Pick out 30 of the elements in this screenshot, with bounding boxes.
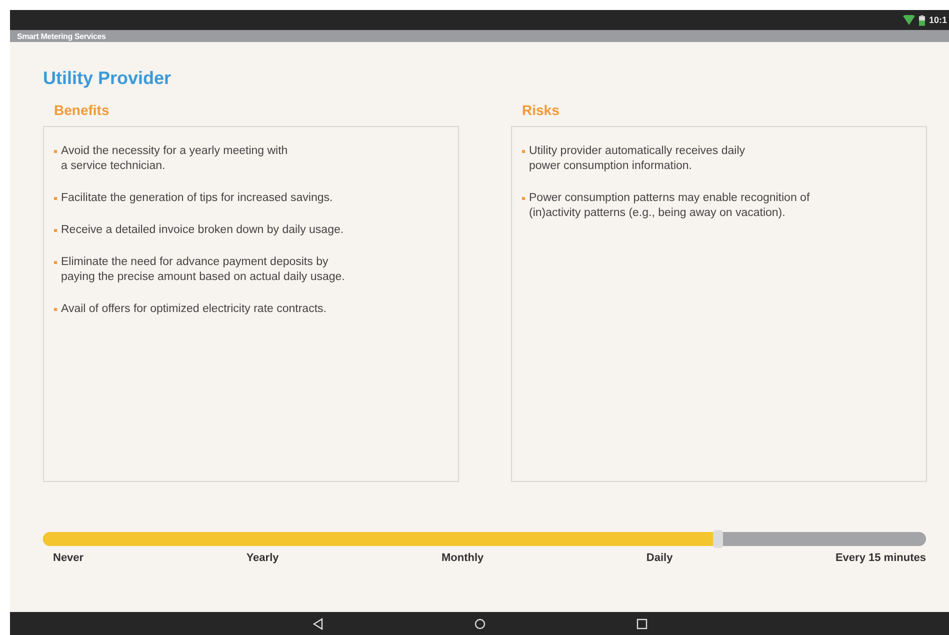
list-item-text: Utility provider automatically receives daily power consumption information. [529,144,746,174]
list-item-text: Power consumption patterns may enable recognition of (in)activity patterns (e.g., being away on vacation). [529,191,810,221]
bullet-icon [54,197,57,200]
back-icon[interactable] [312,618,324,630]
recents-icon[interactable] [636,618,648,630]
app-title: Smart Metering Services [17,32,106,40]
bullet-icon [54,308,57,311]
home-icon[interactable] [474,618,486,630]
wifi-icon [902,15,915,25]
bullet-icon [522,197,525,200]
slider-stop-label: Yearly [246,552,279,564]
status-time: 10:1 [928,15,947,25]
list-item-text: Avoid the necessity for a yearly meeting with a service technician. [61,144,288,174]
panel-heading: Benefits [54,102,110,118]
list-item-text: Eliminate the need for advance payment deposits by paying the precise amount based on actual daily usage. [61,255,345,285]
bullet-icon [54,229,57,232]
slider-stop-label: Daily [646,552,673,564]
bullet-icon [54,261,57,264]
slider-handle[interactable] [713,530,724,548]
bullet-icon [522,150,525,153]
battery-icon [918,14,925,26]
list-item-text: Avail of offers for optimized electricity rate contracts. [61,302,326,317]
page-title: Utility Provider [43,68,172,88]
bullet-icon [54,150,57,153]
panel-heading: Risks [522,102,560,118]
list-item-text: Facilitate the generation of tips for increased savings. [61,191,333,206]
slider-stop-label: Never [53,552,84,564]
slider-stop-label: Monthly [442,552,484,564]
slider-stop-label: Every 15 minutes [835,552,926,564]
list-item-text: Receive a detailed invoice broken down by daily usage. [61,223,344,238]
